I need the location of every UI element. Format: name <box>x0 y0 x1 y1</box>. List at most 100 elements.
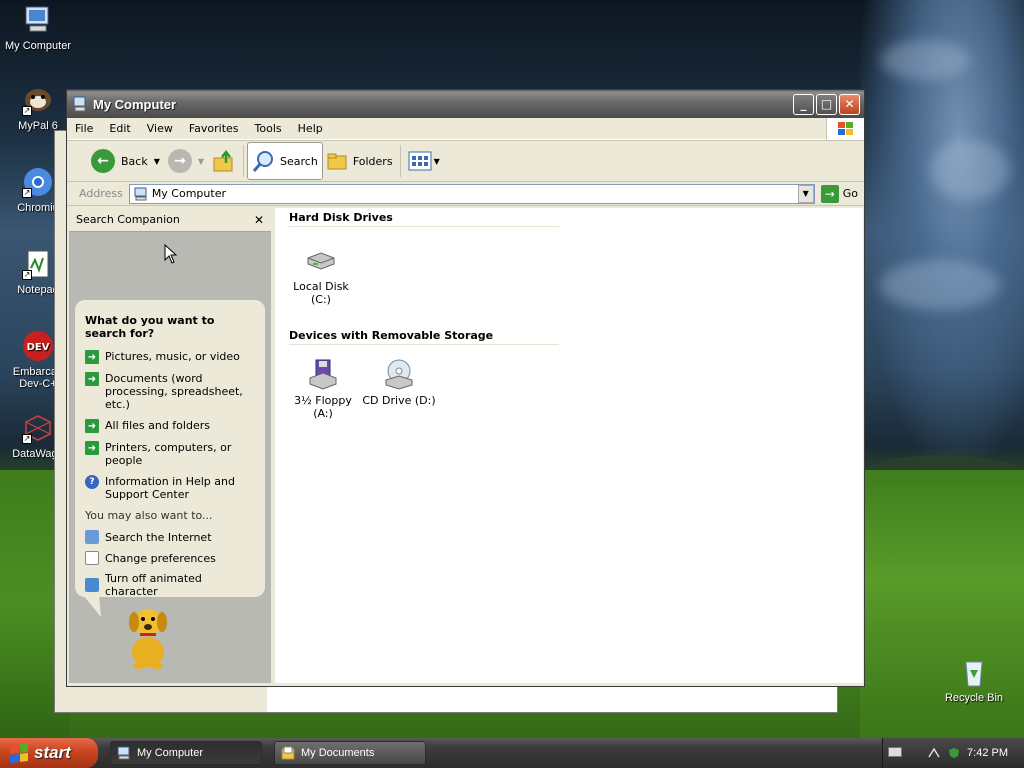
option-label: Documents (word processing, spreadsheet,… <box>105 372 243 411</box>
search-button[interactable]: Search <box>247 142 323 180</box>
desktop-icon-recycle-bin[interactable]: Recycle Bin <box>936 656 1012 704</box>
go-label: Go <box>842 187 858 200</box>
menu-help[interactable]: Help <box>290 122 331 135</box>
cloud <box>880 260 1000 310</box>
cd-drive-d[interactable]: CD Drive (D:) <box>361 358 437 407</box>
update-shield-icon[interactable] <box>947 747 961 759</box>
option-label: Information in Help and Support Center <box>105 475 235 501</box>
svg-text:DEV: DEV <box>27 342 50 353</box>
desktop-icon-label: Chromiu <box>17 202 59 214</box>
desktop-icon-label: MyPal 6 <box>18 120 58 132</box>
my-computer-icon <box>134 187 147 200</box>
folders-button[interactable]: Folders <box>323 143 397 179</box>
menu-edit[interactable]: Edit <box>101 122 138 135</box>
search-internet-icon <box>85 530 99 544</box>
chevron-down-icon[interactable]: ▼ <box>154 157 160 166</box>
minimize-button[interactable]: _ <box>793 93 814 115</box>
desktop-icon-mypal[interactable]: ↗ MyPal 6 <box>0 84 76 132</box>
address-input[interactable]: My Computer ▼ <box>128 183 815 204</box>
menu-view[interactable]: View <box>139 122 181 135</box>
group-removable-storage: Devices with Removable Storage <box>289 326 559 345</box>
close-button[interactable]: ✕ <box>839 93 860 115</box>
address-value: My Computer <box>151 187 226 200</box>
address-dropdown-button[interactable]: ▼ <box>797 184 814 203</box>
windows-flag-icon <box>10 743 28 763</box>
recycle-bin-icon <box>958 656 990 688</box>
menu-tools[interactable]: Tools <box>247 122 290 135</box>
mypal-icon: ↗ <box>22 84 54 116</box>
change-preferences-link[interactable]: Change preferences <box>85 551 255 565</box>
task-my-computer[interactable]: My Computer <box>110 741 262 765</box>
my-documents-icon <box>281 746 295 760</box>
search-label: Search <box>280 154 318 168</box>
search-option-all-files[interactable]: ➜ All files and folders <box>85 419 255 433</box>
search-option-pictures[interactable]: ➜ Pictures, music, or video <box>85 350 255 364</box>
windows-logo-icon <box>826 118 864 140</box>
folders-icon <box>327 153 347 170</box>
desktop-icon-label: Recycle Bin <box>944 692 1004 704</box>
turn-off-character-link[interactable]: Turn off animated character <box>85 572 255 598</box>
start-button[interactable]: start <box>0 738 98 768</box>
background-window-statusbar <box>267 686 837 712</box>
close-icon[interactable]: ✕ <box>254 213 264 227</box>
option-label: Printers, computers, or people <box>105 441 232 467</box>
mouse-cursor-icon <box>164 243 178 267</box>
cloud <box>880 40 970 80</box>
up-folder-icon <box>213 149 233 172</box>
back-button[interactable]: ← Back ▼ <box>87 143 164 179</box>
green-arrow-icon: ➜ <box>85 419 99 433</box>
forward-button[interactable]: → ▼ <box>164 143 208 179</box>
menu-favorites[interactable]: Favorites <box>181 122 247 135</box>
search-companion-pane: Search Companion ✕ What do you want to s… <box>69 208 271 683</box>
desktop-icon-label: My Computer <box>4 40 72 52</box>
group-hard-disk-drives: Hard Disk Drives <box>289 208 559 227</box>
my-computer-icon <box>73 96 87 112</box>
datawagon-icon: ↗ <box>22 412 54 444</box>
search-icon <box>252 151 274 172</box>
title-bar[interactable]: My Computer _ □ ✕ <box>67 90 864 118</box>
notepad-icon: ↗ <box>22 248 54 280</box>
views-button[interactable]: ▼ <box>404 143 444 179</box>
character-icon <box>85 578 99 592</box>
start-label: start <box>34 743 71 762</box>
balloon-tail <box>82 595 108 617</box>
task-label: My Computer <box>137 747 204 759</box>
back-arrow-icon: ← <box>91 149 115 173</box>
desktop-icon-my-computer[interactable]: My Computer <box>0 4 76 52</box>
folders-label: Folders <box>352 154 393 168</box>
green-arrow-icon: ➜ <box>85 372 99 386</box>
search-option-documents[interactable]: ➜ Documents (word processing, spreadshee… <box>85 372 255 411</box>
search-balloon: What do you want to search for? ➜ Pictur… <box>75 300 265 598</box>
hard-disk-icon <box>305 244 337 276</box>
floppy-icon <box>307 358 339 390</box>
keyboard-icon[interactable] <box>888 747 902 757</box>
minimize-icon: _ <box>800 97 807 111</box>
search-internet-link[interactable]: Search the Internet <box>85 530 255 544</box>
link-label: Change preferences <box>105 551 216 565</box>
drive-label: 3½ Floppy (A:) <box>294 394 352 420</box>
local-disk-c[interactable]: Local Disk (C:) <box>283 244 359 306</box>
search-question: What do you want to search for? <box>85 314 215 340</box>
search-dog-character-icon[interactable] <box>121 600 175 670</box>
content-area: Search Companion ✕ What do you want to s… <box>69 208 863 683</box>
maximize-button[interactable]: □ <box>816 93 837 115</box>
task-my-documents[interactable]: My Documents <box>274 741 426 765</box>
devcpp-icon: DEV <box>22 330 54 362</box>
up-folder-button[interactable] <box>208 143 240 179</box>
search-option-help-center[interactable]: ? Information in Help and Support Center <box>85 475 255 501</box>
help-icon: ? <box>85 475 99 489</box>
search-companion-title: Search Companion <box>76 213 180 226</box>
taskbar: start My Computer My Documents 7:42 PM <box>0 738 1024 768</box>
search-option-printers[interactable]: ➜ Printers, computers, or people <box>85 441 255 467</box>
drive-label: CD Drive (D:) <box>362 394 436 407</box>
menu-file[interactable]: File <box>67 122 101 135</box>
network-icon[interactable] <box>927 747 941 759</box>
go-arrow-icon: → <box>820 184 839 203</box>
go-button[interactable]: → Go <box>820 184 858 203</box>
clock[interactable]: 7:42 PM <box>967 747 1008 759</box>
also-want-label: You may also want to... <box>85 509 213 522</box>
my-computer-window[interactable]: My Computer _ □ ✕ File Edit View Favorit… <box>66 89 865 687</box>
maximize-icon: □ <box>820 97 833 111</box>
link-label: Search the Internet <box>105 530 212 544</box>
floppy-drive-a[interactable]: 3½ Floppy (A:) <box>285 358 361 420</box>
